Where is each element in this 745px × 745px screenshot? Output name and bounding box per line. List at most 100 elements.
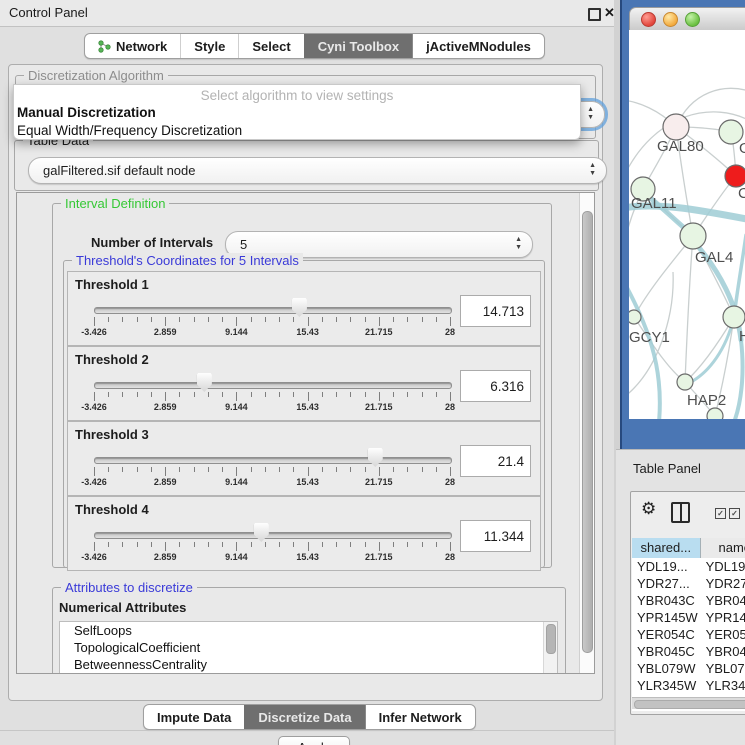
threshold-slider-thumb[interactable] bbox=[368, 448, 383, 467]
settings-vertical-scrollbar[interactable] bbox=[579, 193, 594, 673]
table-row[interactable]: YBR045CYBR045C bbox=[632, 643, 745, 660]
table-horizontal-scrollbar[interactable] bbox=[632, 697, 745, 709]
network-edge[interactable] bbox=[685, 317, 734, 382]
zoom-traffic-light-icon[interactable] bbox=[685, 12, 700, 27]
threshold-slider-thumb[interactable] bbox=[197, 373, 212, 392]
tick-label: 15.43 bbox=[296, 477, 319, 487]
threshold-slider-track[interactable] bbox=[94, 382, 452, 389]
table-hscrollbar-thumb[interactable] bbox=[634, 700, 745, 709]
cyni-bottom-tab-bar: Impute Data Discretize Data Infer Networ… bbox=[143, 704, 476, 730]
dropdown-item[interactable]: Manual Discretization bbox=[14, 104, 580, 122]
slider-ticks bbox=[94, 392, 450, 401]
minimize-traffic-light-icon[interactable] bbox=[663, 12, 678, 27]
network-node[interactable] bbox=[629, 310, 641, 324]
tick-mark bbox=[407, 542, 408, 547]
tick-label: -3.426 bbox=[81, 477, 107, 487]
network-edge[interactable] bbox=[634, 236, 693, 317]
column-header-shared-name[interactable]: shared... bbox=[632, 538, 701, 558]
table-row[interactable]: YBR043CYBR043C bbox=[632, 592, 745, 609]
column-header-name[interactable]: name bbox=[701, 538, 745, 558]
tab-network[interactable]: Network bbox=[85, 34, 180, 58]
tab-style[interactable]: Style bbox=[180, 34, 238, 58]
tick-mark bbox=[422, 467, 423, 472]
network-canvas[interactable]: GAL80GCGAL11GAL4GCY1HHAP2 bbox=[629, 30, 745, 419]
table-row[interactable]: YER054CYER054C bbox=[632, 626, 745, 643]
network-node[interactable] bbox=[725, 165, 745, 187]
network-node[interactable] bbox=[677, 374, 693, 390]
tick-label: -3.426 bbox=[81, 402, 107, 412]
float-panel-icon[interactable] bbox=[588, 8, 601, 21]
tab-cyni-toolbox[interactable]: Cyni Toolbox bbox=[304, 34, 412, 58]
node-table-panel: ⚙ ✓ ✓ shared... name YDL19...YDL19...YDR… bbox=[630, 491, 745, 715]
tick-mark bbox=[165, 542, 166, 551]
tick-mark bbox=[194, 317, 195, 322]
tab-network-label: Network bbox=[116, 39, 167, 54]
tick-mark bbox=[165, 467, 166, 476]
tab-impute-data[interactable]: Impute Data bbox=[144, 705, 244, 729]
table-row[interactable]: YDL19...YDL19... bbox=[632, 558, 745, 575]
threshold-slider-thumb[interactable] bbox=[292, 298, 307, 317]
tab-discretize-data[interactable]: Discretize Data bbox=[244, 705, 364, 729]
threshold-value-field[interactable]: 11.344 bbox=[460, 520, 531, 552]
network-window-titlebar[interactable] bbox=[629, 7, 745, 32]
tick-mark bbox=[379, 392, 380, 401]
attribute-list-item[interactable]: SelfLoops bbox=[60, 622, 557, 639]
threshold-slider-track[interactable] bbox=[94, 457, 452, 464]
network-node[interactable] bbox=[723, 306, 745, 328]
threshold-coordinates-group: Threshold's Coordinates for 5 Intervals … bbox=[63, 260, 545, 568]
combo-arrows-icon: ▲▼ bbox=[589, 162, 596, 178]
settings-scrollbar-thumb[interactable] bbox=[582, 211, 593, 653]
tick-mark bbox=[279, 467, 280, 472]
tick-mark bbox=[137, 317, 138, 322]
tick-mark bbox=[422, 392, 423, 397]
threshold-value-field[interactable]: 14.713 bbox=[460, 295, 531, 327]
attribute-list-item[interactable]: TopologicalCoefficient bbox=[60, 639, 557, 656]
select-none-checkbox-icon[interactable]: ✓ bbox=[729, 508, 740, 519]
network-node[interactable] bbox=[680, 223, 706, 249]
cell-name: YPR145W bbox=[701, 609, 745, 626]
attributes-scrollbar-thumb[interactable] bbox=[546, 624, 556, 654]
tick-label: 28 bbox=[445, 552, 455, 562]
tick-mark bbox=[108, 392, 109, 397]
tick-mark bbox=[279, 317, 280, 322]
table-data-combobox[interactable]: galFiltered.sif default node ▲▼ bbox=[28, 157, 607, 184]
threshold-value-field[interactable]: 21.4 bbox=[460, 445, 531, 477]
network-edge-highlighted[interactable] bbox=[734, 235, 745, 317]
tab-select[interactable]: Select bbox=[238, 34, 303, 58]
attribute-list-item[interactable]: BetweennessCentrality bbox=[60, 656, 557, 673]
close-traffic-light-icon[interactable] bbox=[641, 12, 656, 27]
network-edge[interactable] bbox=[685, 236, 693, 382]
table-row[interactable]: YPR145WYPR145W bbox=[632, 609, 745, 626]
tick-mark bbox=[222, 317, 223, 322]
tick-label: 9.144 bbox=[225, 552, 248, 562]
threshold-slider-thumb[interactable] bbox=[254, 523, 269, 542]
threshold-slider-track[interactable] bbox=[94, 307, 452, 314]
apply-button[interactable]: Apply bbox=[278, 736, 350, 745]
tick-mark bbox=[436, 542, 437, 547]
node-label: C bbox=[738, 185, 745, 202]
tick-mark bbox=[222, 467, 223, 472]
tick-mark bbox=[179, 392, 180, 397]
gear-icon[interactable]: ⚙ bbox=[641, 499, 656, 519]
node-label: GCY1 bbox=[629, 329, 670, 346]
threshold-slider-track[interactable] bbox=[94, 532, 452, 539]
network-node[interactable] bbox=[707, 408, 723, 419]
tick-label: 28 bbox=[445, 402, 455, 412]
table-row[interactable]: YLR345WYLR345W bbox=[632, 677, 745, 694]
threshold-value-field[interactable]: 6.316 bbox=[460, 370, 531, 402]
tab-infer-network[interactable]: Infer Network bbox=[365, 705, 475, 729]
tab-jactivemnodules[interactable]: jActiveMNodules bbox=[412, 34, 544, 58]
table-row[interactable]: YDR27...YDR27... bbox=[632, 575, 745, 592]
numerical-attributes-list[interactable]: SelfLoopsTopologicalCoefficientBetweenne… bbox=[59, 621, 558, 674]
cell-name: YBR045C bbox=[701, 643, 745, 660]
network-edge-highlighted[interactable] bbox=[733, 340, 743, 419]
dropdown-item[interactable]: Equal Width/Frequency Discretization bbox=[14, 122, 580, 140]
select-all-checkbox-icon[interactable]: ✓ bbox=[715, 508, 726, 519]
network-node[interactable] bbox=[663, 114, 689, 140]
cell-name: YBL079W bbox=[701, 660, 745, 677]
attributes-scrollbar[interactable] bbox=[543, 622, 557, 674]
split-columns-icon[interactable] bbox=[671, 502, 690, 523]
table-row[interactable]: YBL079WYBL079W bbox=[632, 660, 745, 677]
network-edge-highlighted[interactable] bbox=[629, 280, 660, 419]
table-data-group: Table Data galFiltered.sif default node … bbox=[14, 140, 599, 191]
